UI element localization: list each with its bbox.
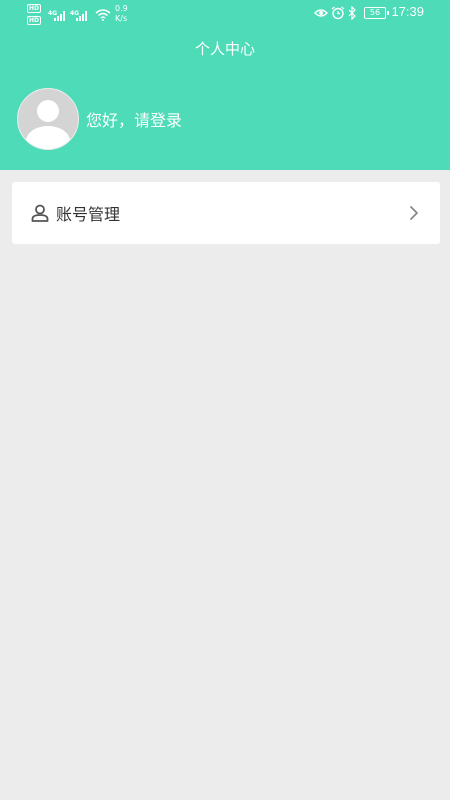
status-time: 17:39 <box>391 4 424 19</box>
login-prompt-text[interactable]: 您好，请登录 <box>86 107 182 131</box>
network-speed-unit: K/s <box>115 14 128 23</box>
alarm-icon <box>331 6 345 20</box>
default-avatar-icon <box>26 99 70 149</box>
network-speed: 0.9 K/s <box>115 4 128 24</box>
battery-indicator: 56 <box>364 7 389 19</box>
menu-item-label: 账号管理 <box>56 205 121 224</box>
login-prompt-area[interactable]: 您好，请登录 <box>17 87 182 150</box>
wifi-icon <box>95 9 111 21</box>
hd-badge: HD <box>27 4 42 13</box>
eye-icon <box>314 9 328 17</box>
menu-item-account-management[interactable]: 账号管理 <box>12 182 440 244</box>
page-title: 个人中心 <box>194 40 255 58</box>
status-bar-right: 56 17:39 <box>314 4 424 24</box>
status-bar: HD HD 4G 4G 0.9 K/s 56 17:39 <box>0 0 450 30</box>
user-icon <box>31 204 49 222</box>
bluetooth-icon <box>348 6 356 20</box>
signal-strength-icon <box>76 11 87 21</box>
hd-badge: HD <box>27 16 42 25</box>
network-speed-value: 0.9 <box>115 4 128 13</box>
profile-header: HD HD 4G 4G 0.9 K/s 56 17:39 个人中心 您好，请登录 <box>0 0 450 170</box>
avatar[interactable] <box>17 87 79 150</box>
signal-strength-icon <box>54 11 65 21</box>
chevron-right-icon <box>410 206 418 220</box>
